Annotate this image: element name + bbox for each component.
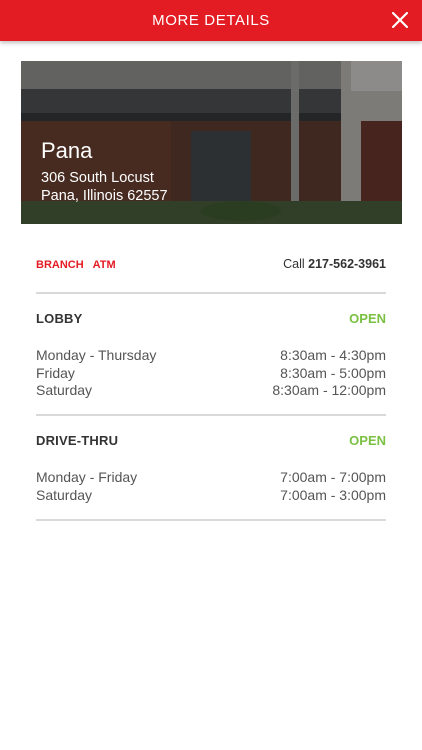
address-line-2: Pana, Illinois 62557 (41, 188, 168, 204)
page-title: MORE DETAILS (152, 12, 270, 29)
hours-days: Monday - Friday (36, 469, 138, 485)
hours-time: 8:30am - 4:30pm (280, 347, 386, 363)
hours-days: Saturday (36, 382, 93, 398)
call-label: Call (283, 257, 305, 271)
divider (36, 519, 386, 521)
hours-row: Monday - Friday 7:00am - 7:00pm (36, 469, 386, 487)
lobby-title: LOBBY (36, 311, 83, 326)
close-button[interactable] (390, 10, 410, 30)
address-line-1: 306 South Locust (41, 170, 154, 186)
branch-name: Pana (41, 138, 93, 163)
divider (36, 292, 386, 294)
hours-row: Saturday 8:30am - 12:00pm (36, 382, 386, 400)
hours-time: 8:30am - 12:00pm (272, 382, 386, 398)
hours-time: 7:00am - 3:00pm (280, 486, 386, 503)
divider (36, 414, 386, 416)
branch-photo-card: Pana 306 South Locust Pana, Illinois 625… (21, 61, 402, 224)
top-bar: MORE DETAILS (0, 0, 422, 41)
tag-branch: BRANCH (36, 259, 84, 271)
hours-days: Saturday (36, 486, 93, 503)
lobby-status: OPEN (349, 311, 386, 326)
hours-time: 7:00am - 7:00pm (280, 469, 386, 485)
hours-row: Monday - Thursday 8:30am - 4:30pm (36, 347, 386, 365)
service-tags: BRANCH ATM (36, 259, 116, 271)
drive-thru-status: OPEN (349, 433, 386, 448)
hours-time: 8:30am - 5:00pm (280, 364, 386, 381)
call-link[interactable]: Call 217-562-3961 (283, 257, 386, 271)
drive-thru-hours: Monday - Friday 7:00am - 7:00pm Saturday… (36, 469, 386, 504)
branch-address: 306 South Locust Pana, Illinois 62557 (41, 169, 168, 205)
tag-atm: ATM (92, 259, 116, 271)
hours-row: Saturday 7:00am - 3:00pm (36, 487, 386, 505)
hours-days: Monday - Thursday (36, 347, 157, 363)
hours-days: Friday (36, 364, 75, 381)
lobby-hours: Monday - Thursday 8:30am - 4:30pm Friday… (36, 347, 386, 400)
close-icon (391, 11, 409, 29)
hours-row: Friday 8:30am - 5:00pm (36, 365, 386, 383)
drive-thru-title: DRIVE-THRU (36, 433, 119, 448)
phone-number[interactable]: 217-562-3961 (308, 257, 386, 271)
